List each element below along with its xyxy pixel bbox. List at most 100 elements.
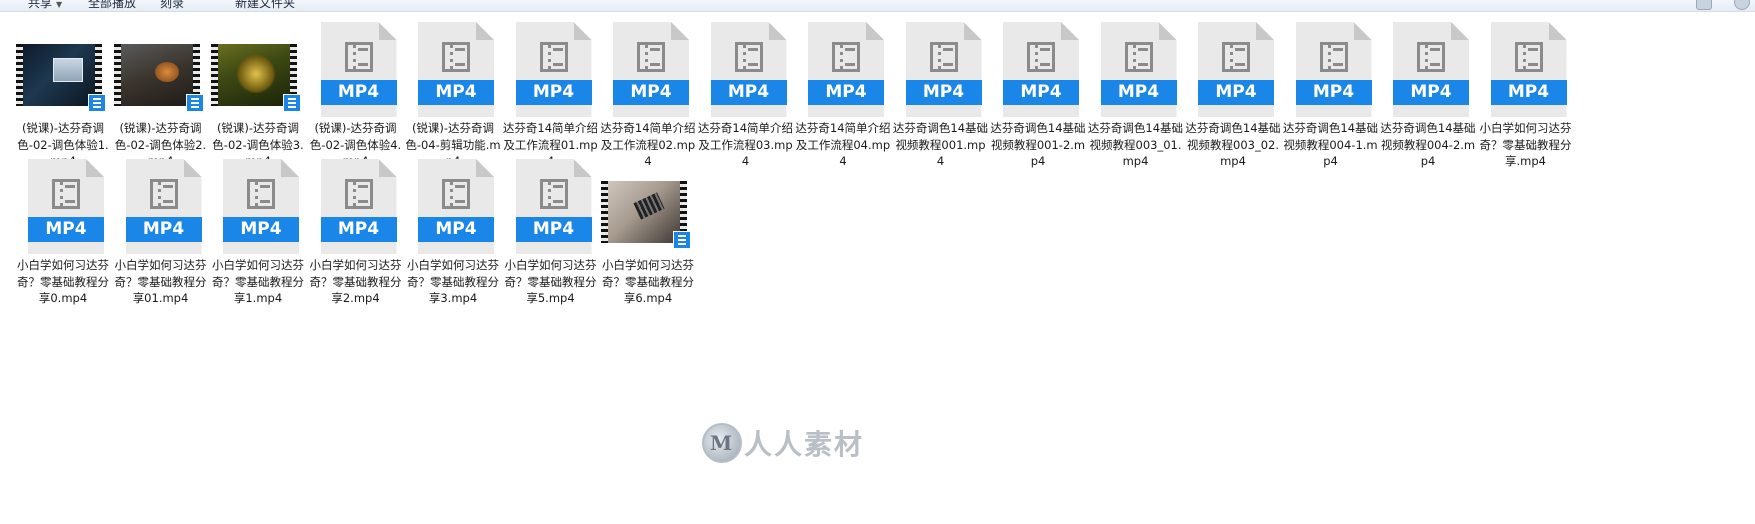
file-type-label: MP4: [1003, 80, 1079, 105]
file-item[interactable]: (锐课)-达芬奇调色-02-调色体验2.mp4: [112, 12, 210, 168]
file-item[interactable]: MP4 达芬奇14简单介绍及工作流程03.mp4: [697, 12, 795, 168]
mp4-file-icon: MP4: [1477, 22, 1575, 118]
page-fold: [768, 22, 787, 40]
mp4-file-icon: MP4: [1282, 22, 1380, 118]
file-type-label: MP4: [320, 80, 397, 105]
film-strip-left: [601, 181, 608, 243]
mp4-file-icon: MP4: [1087, 22, 1185, 118]
file-item[interactable]: MP4 达芬奇14简单介绍及工作流程02.mp4: [599, 12, 697, 168]
video-frame: [211, 44, 301, 112]
page-fold: [1451, 22, 1469, 40]
file-type-label: MP4: [515, 80, 592, 105]
file-item[interactable]: MP4 达芬奇调色14基础视频教程003_02.mp4: [1184, 12, 1282, 168]
document-icon: MP4: [710, 22, 787, 117]
file-item[interactable]: MP4 小白学如何习达芬奇？零基础教程分享0.mp4: [14, 149, 112, 305]
document-icon: MP4: [1295, 22, 1372, 117]
film-icon: [344, 179, 373, 209]
file-item[interactable]: MP4 达芬奇调色14基础视频教程004-2.mp4: [1379, 12, 1477, 168]
toolbar-share-button[interactable]: 共享 ▼: [28, 0, 62, 11]
film-icon: [344, 42, 373, 72]
page-fold: [1158, 22, 1177, 40]
file-name: 达芬奇调色14基础视频教程003_02.mp4: [1185, 121, 1281, 168]
page-fold: [183, 159, 202, 177]
file-item[interactable]: MP4 小白学如何习达芬奇？零基础教程分享1.mp4: [209, 149, 307, 305]
file-item[interactable]: MP4 达芬奇调色14基础视频教程004-1.mp4: [1282, 12, 1380, 168]
mp4-file-icon: MP4: [404, 159, 502, 255]
page-fold: [1353, 22, 1372, 40]
film-icon: [442, 42, 470, 72]
file-item[interactable]: MP4 小白学如何习达芬奇？零基础教程分享.mp4: [1477, 12, 1575, 168]
film-icon: [929, 42, 958, 72]
file-type-label: MP4: [418, 217, 494, 242]
toolbar-burn-button[interactable]: 刻录: [160, 0, 184, 11]
file-item[interactable]: MP4 小白学如何习达芬奇？零基础教程分享2.mp4: [307, 149, 405, 305]
video-frame: [16, 44, 106, 112]
file-type-label: MP4: [1198, 80, 1274, 105]
page-fold: [671, 22, 689, 40]
page-fold: [573, 159, 592, 177]
file-item[interactable]: MP4 小白学如何习达芬奇？零基础教程分享01.mp4: [112, 149, 210, 305]
page-fold: [476, 159, 494, 177]
document-icon: MP4: [1003, 22, 1079, 117]
document-icon: MP4: [1393, 22, 1469, 117]
video-badge-icon: [88, 94, 106, 112]
video-thumbnail: [209, 22, 307, 118]
film-icon: [1417, 42, 1445, 72]
mp4-file-icon: MP4: [989, 22, 1087, 118]
file-name: 达芬奇调色14基础视频教程001.mp4: [892, 121, 989, 168]
file-item[interactable]: MP4(锐课)-达芬奇调色-04-剪辑功能.mp4: [404, 12, 502, 168]
mp4-file-icon: MP4: [404, 22, 502, 118]
file-name: 达芬奇调色14基础视频教程004-2.mp4: [1380, 121, 1476, 168]
video-badge-icon: [673, 231, 691, 249]
file-item[interactable]: (锐课)-达芬奇调色-02-调色体验3.mp4: [209, 12, 307, 168]
mp4-file-icon: MP4: [307, 159, 405, 255]
file-type-label: MP4: [223, 217, 299, 242]
file-item[interactable]: MP4(锐课)-达芬奇调色-02-调色体验4.mp4: [307, 12, 405, 168]
document-icon: MP4: [28, 159, 104, 254]
film-strip-left: [113, 44, 121, 106]
mp4-file-icon: MP4: [1184, 22, 1282, 118]
document-icon: MP4: [613, 22, 689, 117]
file-item[interactable]: 小白学如何习达芬奇？零基础教程分享6.mp4: [599, 149, 697, 305]
file-type-label: MP4: [1100, 80, 1177, 105]
toolbar-play-all-button[interactable]: 全部播放: [88, 0, 136, 11]
file-item[interactable]: MP4 达芬奇14简单介绍及工作流程04.mp4: [794, 12, 892, 168]
film-icon: [637, 42, 665, 72]
file-item[interactable]: MP4 达芬奇调色14基础视频教程001.mp4: [892, 12, 990, 168]
view-options-icon[interactable]: [1696, 0, 1712, 10]
file-item[interactable]: MP4 小白学如何习达芬奇？零基础教程分享5.mp4: [502, 149, 600, 305]
file-type-label: MP4: [125, 217, 202, 242]
film-icon: [1514, 42, 1543, 72]
document-icon: MP4: [1198, 22, 1274, 117]
thumbnail-image: [23, 44, 95, 106]
document-icon: MP4: [1490, 22, 1567, 117]
video-badge-icon: [283, 94, 301, 112]
document-icon: MP4: [125, 159, 202, 254]
toolbar-new-folder-button[interactable]: 新建文件夹: [235, 0, 295, 11]
help-icon[interactable]: [1734, 0, 1750, 10]
page-fold: [476, 22, 494, 40]
file-type-label: MP4: [1393, 80, 1469, 105]
chevron-down-icon: ▼: [56, 0, 63, 9]
mp4-file-icon: MP4: [697, 22, 795, 118]
file-grid: (锐课)-达芬奇调色-02-调色体验1.mp4(锐课)-达芬奇调色-02-调色体…: [0, 12, 1755, 524]
file-item[interactable]: (锐课)-达芬奇调色-02-调色体验1.mp4: [14, 12, 112, 168]
mp4-file-icon: MP4: [794, 22, 892, 118]
file-type-label: MP4: [1295, 80, 1372, 105]
file-item[interactable]: MP4 小白学如何习达芬奇？零基础教程分享3.mp4: [404, 149, 502, 305]
file-type-label: MP4: [808, 80, 884, 105]
mp4-file-icon: MP4: [1379, 22, 1477, 118]
file-item[interactable]: MP4达芬奇14简单介绍及工作流程01.mp4: [502, 12, 600, 168]
file-name: 达芬奇调色14基础视频教程003_01.mp4: [1087, 121, 1184, 168]
file-item[interactable]: MP4 达芬奇调色14基础视频教程001-2.mp4: [989, 12, 1087, 168]
file-type-label: MP4: [515, 217, 592, 242]
film-icon: [247, 179, 275, 209]
file-name: 小白学如何习达芬奇？零基础教程分享1.mp4: [212, 258, 304, 305]
page-fold: [1256, 22, 1274, 40]
page-fold: [1061, 22, 1079, 40]
file-item[interactable]: MP4 达芬奇调色14基础视频教程003_01.mp4: [1087, 12, 1185, 168]
document-icon: MP4: [418, 22, 494, 117]
file-name: 达芬奇调色14基础视频教程001-2.mp4: [990, 121, 1086, 168]
mp4-file-icon: MP4: [502, 22, 600, 118]
document-icon: MP4: [808, 22, 884, 117]
